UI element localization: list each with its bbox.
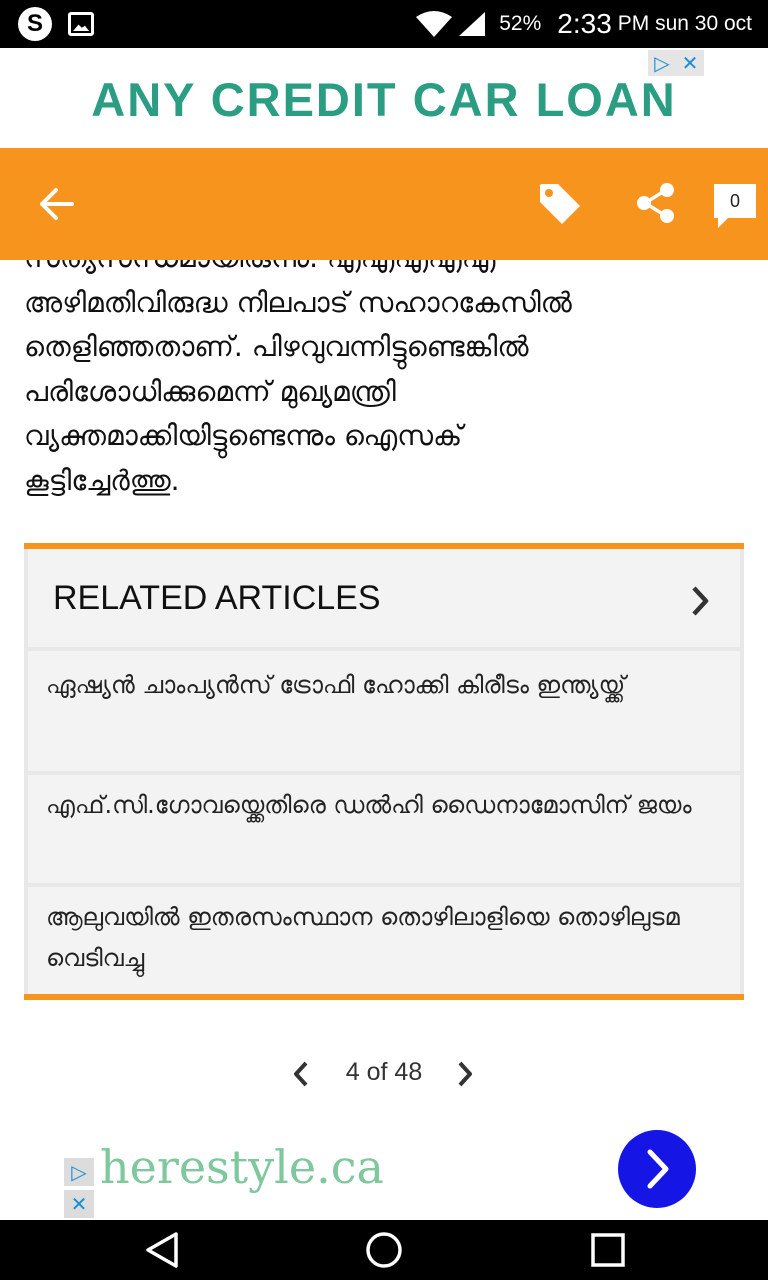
related-articles-title: RELATED ARTICLES (53, 578, 381, 617)
page-indicator: 4 of 48 (345, 1058, 423, 1086)
battery-percent: 52% (499, 12, 542, 35)
article-text: സത്യസന്ധമായിരുന്നു. എഎഎഎഎ അഴിമതിവിരുദ്ധ … (24, 241, 572, 497)
ad-go-button[interactable] (618, 1130, 696, 1208)
ad-banner-bottom[interactable]: ▷ ✕ herestyle.ca (0, 1128, 768, 1220)
system-nav-bar (0, 1220, 768, 1280)
comment-count-button[interactable]: 0 (714, 184, 756, 228)
clock-date: PM sun 30 oct (617, 12, 752, 35)
chevron-right-icon (647, 1149, 669, 1189)
related-article-item[interactable]: ആലുവയിൽ ഇതരസംസ്ഥാന തൊഴിലാളിയെ തൊഴിലുടമ വ… (28, 887, 740, 994)
related-article-item[interactable]: ഏഷ്യൻ ചാംപ്യൻസ് ട്രോഫി ഹോക്കി കിരീടം ഇന്… (28, 651, 740, 771)
comment-count: 0 (729, 190, 740, 211)
related-articles-panel: RELATED ARTICLES ഏഷ്യൻ ചാംപ്യൻസ് ട്രോഫി … (24, 543, 744, 1000)
ad-text[interactable]: herestyle.ca (100, 1140, 384, 1194)
adchoices-icon[interactable]: ▷ (648, 50, 676, 76)
status-bar: S 52% 2:33 PM sun 30 oct (0, 0, 768, 48)
article-body: സത്യസന്ധമായിരുന്നു. എഎഎഎഎ അഴിമതിവിരുദ്ധ … (24, 236, 744, 506)
chevron-right-icon[interactable] (690, 585, 710, 617)
article-pager: 4 of 48 (0, 1050, 768, 1096)
nav-back-icon[interactable] (142, 1230, 182, 1270)
related-article-title[interactable]: എഫ്.സി.ഗോവയ്ക്കെതിരെ ഡൽഹി ഡൈനാമോസിന് ജയം (46, 791, 692, 819)
app-bar-overlap (0, 236, 768, 260)
related-article-title[interactable]: ആലുവയിൽ ഇതരസംസ്ഥാന തൊഴിലാളിയെ തൊഴിലുടമ വ… (46, 903, 680, 972)
adchoices-icon[interactable]: ▷ (64, 1158, 94, 1186)
share-icon[interactable] (636, 182, 676, 224)
related-article-title[interactable]: ഏഷ്യൻ ചാംപ്യൻസ് ട്രോഫി ഹോക്കി കിരീടം ഇന്… (46, 671, 625, 699)
ad-close-icon[interactable]: ✕ (676, 50, 704, 76)
ad-banner-top[interactable]: ANY CREDIT CAR LOAN ▷ ✕ (0, 48, 768, 148)
back-arrow-icon[interactable] (36, 186, 76, 222)
gallery-icon (68, 12, 94, 36)
chevron-right-icon[interactable] (454, 1060, 476, 1088)
ad-text[interactable]: ANY CREDIT CAR LOAN (0, 72, 768, 127)
tag-icon[interactable] (538, 182, 582, 226)
nav-home-icon[interactable] (364, 1230, 404, 1270)
nav-recents-icon[interactable] (590, 1232, 626, 1268)
clock-time: 2:33 (557, 8, 612, 39)
related-articles-header[interactable]: RELATED ARTICLES (28, 549, 740, 647)
related-article-item[interactable]: എഫ്.സി.ഗോവയ്ക്കെതിരെ ഡൽഹി ഡൈനാമോസിന് ജയം (28, 775, 740, 883)
signal-icon (459, 12, 486, 36)
skype-icon: S (18, 7, 52, 41)
ad-close-icon[interactable]: ✕ (64, 1190, 94, 1218)
wifi-icon (416, 11, 453, 37)
